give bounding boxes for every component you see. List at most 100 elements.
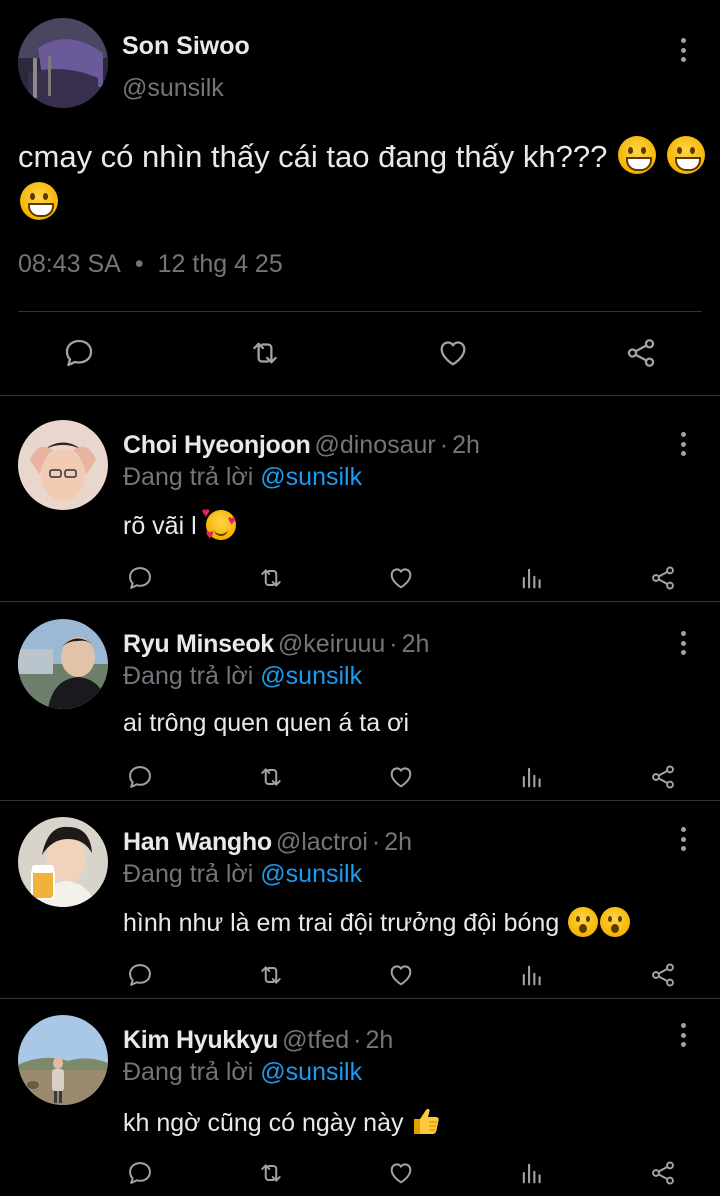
grinning-face-emoji	[618, 136, 657, 174]
reply-tweet[interactable]: Ryu Minseok @keiruuu · 2h Đang trả lời @sun…	[0, 603, 720, 801]
reply-author-handle[interactable]: @keiruuu	[278, 630, 385, 658]
more-options-icon[interactable]	[673, 629, 693, 657]
face-with-open-mouth-emoji	[568, 907, 599, 937]
tweet-date: 12 thg 4 25	[157, 250, 283, 278]
reply-icon[interactable]	[125, 762, 155, 792]
reply-icon[interactable]	[60, 334, 98, 372]
reply-time: 2h	[365, 1026, 394, 1054]
author-handle[interactable]: @sunsilk	[122, 74, 224, 103]
divider	[18, 311, 702, 312]
share-icon[interactable]	[648, 1158, 678, 1188]
more-options-icon[interactable]	[673, 1021, 693, 1049]
tweet-text: cmay có nhìn thấy cái tao đang thấy kh??…	[18, 134, 708, 226]
share-icon[interactable]	[648, 563, 678, 593]
avatar[interactable]	[18, 1015, 108, 1105]
more-options-icon[interactable]	[673, 430, 693, 458]
replying-to: Đang trả lời @sunsilk	[123, 1058, 362, 1087]
share-icon[interactable]	[648, 960, 678, 990]
more-options-icon[interactable]	[673, 825, 693, 853]
mention-link[interactable]: @sunsilk	[260, 662, 362, 690]
tweet-actions	[0, 330, 720, 376]
retweet-icon[interactable]	[256, 960, 286, 990]
replying-to-prefix: Đang trả lời	[123, 463, 254, 491]
reply-author-handle[interactable]: @tfed	[282, 1026, 349, 1054]
mention-link[interactable]: @sunsilk	[260, 463, 362, 491]
reply-text: kh ngờ cũng có ngày này	[123, 1105, 442, 1138]
avatar[interactable]	[18, 619, 108, 709]
reply-text: rõ vãi l	[123, 504, 236, 541]
reply-actions	[0, 762, 720, 792]
replying-to: Đang trả lời @sunsilk	[123, 860, 362, 889]
like-icon[interactable]	[386, 960, 416, 990]
reply-time: 2h	[384, 828, 413, 856]
reply-separator: ·	[439, 431, 449, 459]
views-icon[interactable]	[517, 762, 547, 792]
views-icon[interactable]	[517, 1158, 547, 1188]
reply-actions	[0, 960, 720, 990]
reply-tweet[interactable]: Han Wangho @lactroi · 2h Đang trả lời @suns…	[0, 801, 720, 999]
tweet-timestamp: 08:43 SA • 12 thg 4 25	[18, 250, 283, 279]
reply-text-body: kh ngờ cũng có ngày này	[123, 1109, 404, 1137]
share-icon[interactable]	[622, 334, 660, 372]
reply-separator: ·	[389, 630, 398, 658]
like-icon[interactable]	[386, 762, 416, 792]
avatar[interactable]	[18, 18, 108, 108]
share-icon[interactable]	[648, 762, 678, 792]
retweet-icon[interactable]	[256, 1158, 286, 1188]
replying-to-prefix: Đang trả lời	[123, 860, 254, 888]
reply-author-name[interactable]: Kim Hyukkyu	[123, 1026, 278, 1054]
thumbs-up-emoji	[410, 1105, 442, 1137]
retweet-icon[interactable]	[246, 334, 284, 372]
replying-to-prefix: Đang trả lời	[123, 1058, 254, 1086]
mention-link[interactable]: @sunsilk	[260, 860, 362, 888]
reply-text-body: ai trông quen quen á ta ơi	[123, 709, 410, 737]
reply-icon[interactable]	[125, 1158, 155, 1188]
reply-author-handle[interactable]: @dinosaur	[314, 431, 435, 459]
tweet-time: 08:43 SA	[18, 250, 121, 278]
reply-time: 2h	[452, 431, 480, 459]
replying-to: Đang trả lời @sunsilk	[123, 662, 362, 691]
grinning-face-emoji	[20, 182, 58, 220]
reply-text-body: rõ vãi l	[123, 512, 197, 540]
reply-header: Choi Hyeonjoon @dinosaur · 2h	[123, 431, 480, 460]
retweet-icon[interactable]	[256, 563, 286, 593]
author-name[interactable]: Son Siwoo	[122, 32, 250, 61]
reply-actions	[0, 563, 720, 593]
replying-to-prefix: Đang trả lời	[123, 662, 254, 690]
reply-author-handle[interactable]: @lactroi	[276, 828, 368, 856]
reply-author-name[interactable]: Han Wangho	[123, 828, 272, 856]
reply-actions	[0, 1158, 720, 1188]
reply-tweet[interactable]: Choi Hyeonjoon @dinosaur · 2h Đang trả lời …	[0, 404, 720, 602]
reply-tweet[interactable]: Kim Hyukkyu @tfed · 2h Đang trả lời @sunsil…	[0, 999, 720, 1196]
reply-author-name[interactable]: Choi Hyeonjoon	[123, 431, 311, 459]
reply-header: Kim Hyukkyu @tfed · 2h	[123, 1026, 393, 1055]
meta-separator: •	[134, 250, 144, 278]
avatar[interactable]	[18, 817, 108, 907]
replying-to: Đang trả lời @sunsilk	[123, 463, 362, 492]
smiling-face-with-hearts-emoji	[202, 504, 236, 540]
main-tweet: Son Siwoo @sunsilk cmay có nhìn thấy cái…	[0, 0, 720, 396]
reply-icon[interactable]	[125, 563, 155, 593]
reply-separator: ·	[371, 828, 381, 856]
grinning-face-emoji	[666, 136, 705, 174]
reply-header: Han Wangho @lactroi · 2h	[123, 828, 412, 857]
views-icon[interactable]	[517, 960, 547, 990]
reply-author-name[interactable]: Ryu Minseok	[123, 630, 274, 658]
reply-text: ai trông quen quen á ta ơi	[123, 709, 409, 738]
like-icon[interactable]	[386, 1158, 416, 1188]
reply-icon[interactable]	[125, 960, 155, 990]
face-with-open-mouth-emoji	[600, 907, 631, 937]
mention-link[interactable]: @sunsilk	[260, 1058, 362, 1086]
reply-separator: ·	[353, 1026, 362, 1054]
avatar[interactable]	[18, 420, 108, 510]
reply-text: hình như là em trai đội trưởng đội bóng	[123, 907, 631, 938]
retweet-icon[interactable]	[256, 762, 286, 792]
reply-text-body: hình như là em trai đội trưởng đội bóng	[123, 909, 560, 937]
more-options-icon[interactable]	[673, 36, 693, 64]
views-icon[interactable]	[517, 563, 547, 593]
like-icon[interactable]	[386, 563, 416, 593]
reply-header: Ryu Minseok @keiruuu · 2h	[123, 630, 429, 659]
reply-time: 2h	[401, 630, 430, 658]
like-icon[interactable]	[434, 334, 472, 372]
tweet-text-body: cmay có nhìn thấy cái tao đang thấy kh??…	[18, 139, 608, 174]
